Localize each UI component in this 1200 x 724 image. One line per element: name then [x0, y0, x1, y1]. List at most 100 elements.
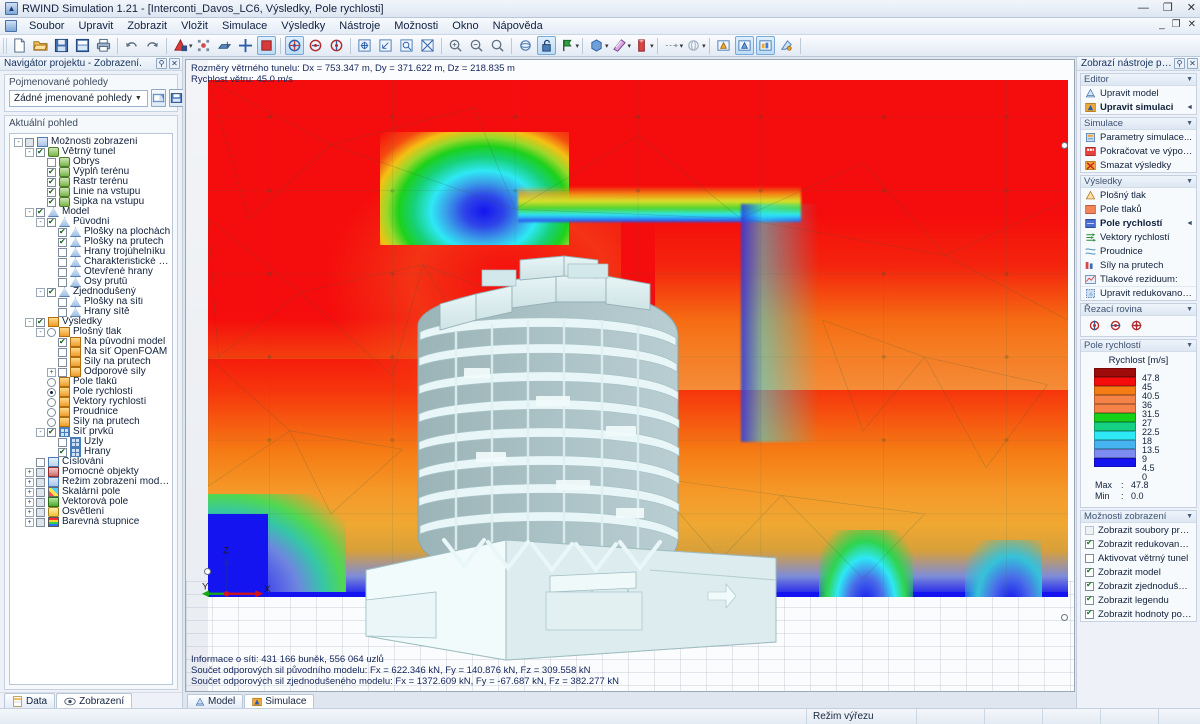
tree-radio[interactable]	[47, 387, 56, 397]
simulation-section-header[interactable]: Simulace ▼	[1081, 118, 1196, 130]
tree-checkbox[interactable]	[36, 487, 45, 497]
display-option-zobrazit-soubory-protokolu[interactable]: Zobrazit soubory protokolu	[1081, 523, 1196, 537]
dim-icon[interactable]	[662, 36, 681, 55]
menu-item-pole-rychlosti[interactable]: Pole rychlostí ◄	[1081, 216, 1196, 230]
tree-item-slov-n[interactable]: Číslování	[12, 457, 172, 467]
tree-item-plo-n-tlak[interactable]: - Plošný tlak	[12, 327, 172, 337]
tree-item-pole-rychlost[interactable]: Pole rychlostí	[12, 387, 172, 397]
tree-checkbox[interactable]	[36, 207, 45, 217]
tree-checkbox[interactable]	[58, 437, 67, 447]
status-cell-2[interactable]	[916, 709, 984, 724]
menu-item-soubor[interactable]: Soubor	[22, 19, 71, 33]
new-file-icon[interactable]	[10, 36, 29, 55]
wind-tunnel-3-icon[interactable]	[327, 36, 346, 55]
plane-handle-bottom-right[interactable]	[1061, 614, 1068, 621]
collapse-icon[interactable]: -	[25, 317, 34, 327]
display-option-zobrazit-redukovanou-oblast[interactable]: Zobrazit redukovanou oblast	[1081, 537, 1196, 551]
transparent-icon[interactable]	[610, 36, 629, 55]
tree-checkbox[interactable]	[58, 277, 67, 287]
menu-item-plosny-tlak[interactable]: Plošný tlak	[1081, 188, 1196, 202]
display-option-aktivovat-v-trn-tunel[interactable]: Aktivovat větrný tunel	[1081, 551, 1196, 565]
chevron-down-icon[interactable]: ▼	[1186, 513, 1193, 520]
status-cell-rezim-vyrezu[interactable]: Režim výřezu	[806, 709, 916, 724]
collapse-icon[interactable]: -	[36, 287, 45, 297]
tree-radio[interactable]	[47, 417, 56, 427]
chevron-down-icon[interactable]: ▼	[1186, 342, 1193, 349]
tree-item-model[interactable]: - Model	[12, 207, 172, 217]
tree-checkbox[interactable]	[58, 247, 67, 257]
section-plane-2-icon[interactable]	[1108, 319, 1123, 332]
checkbox[interactable]	[1085, 580, 1094, 591]
tree-item-plo-ky-na-prutech[interactable]: Plošky na prutech	[12, 237, 172, 247]
tab-data[interactable]: Data	[4, 693, 56, 708]
expand-icon[interactable]: +	[25, 497, 34, 507]
tree-radio[interactable]	[47, 327, 56, 337]
tree-checkbox[interactable]	[47, 287, 56, 297]
editor-section-header[interactable]: Editor ▼	[1081, 74, 1196, 86]
tree-checkbox[interactable]	[47, 187, 56, 197]
menu-item-vysledky[interactable]: Výsledky	[274, 19, 332, 33]
save-as-icon[interactable]	[73, 36, 92, 55]
tree-checkbox[interactable]	[36, 477, 45, 487]
menu-item-smazat-vysledky[interactable]: Smazat výsledky	[1081, 158, 1196, 172]
expand-icon[interactable]: +	[25, 517, 34, 527]
tree-item-re-im-zobrazen-modelu[interactable]: + Režim zobrazení modelu	[12, 477, 172, 487]
expand-icon[interactable]: +	[25, 507, 34, 517]
tree-item-na-p-vodn-model[interactable]: Na původní model	[12, 337, 172, 347]
save-icon[interactable]	[52, 36, 71, 55]
document-window-controls[interactable]: _ ❐ ✕	[1159, 19, 1196, 30]
tree-item-vektory-rychlost[interactable]: Vektory rychlostí	[12, 397, 172, 407]
tab-zobrazeni[interactable]: Zobrazení	[56, 693, 133, 708]
render-icon[interactable]	[171, 36, 190, 55]
move-icon[interactable]	[215, 36, 234, 55]
menu-item-upravit-simulaci[interactable]: Upravit simulaci ◄	[1081, 100, 1196, 114]
tree-item-ipka-na-vstupu[interactable]: Šipka na vstupu	[12, 197, 172, 207]
wind-tunnel-2-icon[interactable]	[306, 36, 325, 55]
checkbox[interactable]	[1085, 566, 1094, 577]
tree-item-charakteristick-hrany[interactable]: Charakteristické hrany	[12, 257, 172, 267]
results-section-header[interactable]: Výsledky ▼	[1081, 176, 1196, 188]
menu-item-proudnice[interactable]: Proudnice	[1081, 244, 1196, 258]
tree-checkbox[interactable]	[58, 307, 67, 317]
view-front-icon[interactable]	[376, 36, 395, 55]
tree-checkbox[interactable]	[58, 357, 67, 367]
section-plane-header[interactable]: Řezací rovina ▼	[1081, 304, 1196, 316]
solid-icon[interactable]	[587, 36, 606, 55]
rotate-icon[interactable]	[516, 36, 535, 55]
unlock-icon[interactable]	[536, 36, 556, 55]
doc-close-button[interactable]: ✕	[1188, 19, 1196, 30]
tree-item-na-s-openfoam[interactable]: Na síť OpenFOAM	[12, 347, 172, 357]
tree-item-vektorov-pole[interactable]: + Vektorová pole	[12, 497, 172, 507]
display-options-header[interactable]: Možnosti zobrazení ▼	[1081, 511, 1196, 523]
tree-checkbox[interactable]	[58, 257, 67, 267]
snap-icon[interactable]	[236, 36, 255, 55]
view-fit-icon[interactable]	[418, 36, 437, 55]
named-views-select[interactable]: Žádné jmenované pohledy ▼	[9, 89, 148, 107]
tree-checkbox[interactable]	[58, 347, 67, 357]
collapse-icon[interactable]: -	[14, 137, 23, 147]
pin-icon[interactable]: ⚲	[1174, 58, 1185, 69]
tree-checkbox[interactable]	[47, 197, 56, 207]
collapse-icon[interactable]: -	[36, 427, 45, 437]
expand-icon[interactable]: +	[25, 487, 34, 497]
chevron-down-icon[interactable]: ▼	[1186, 178, 1193, 185]
menu-item-pole-tlaku[interactable]: Pole tlaků	[1081, 202, 1196, 216]
select-icon[interactable]	[194, 36, 213, 55]
doc-minimize-button[interactable]: _	[1159, 19, 1165, 30]
tree-checkbox[interactable]	[58, 447, 67, 457]
menu-item-nastroje[interactable]: Nástroje	[332, 19, 387, 33]
tree-item-pomocn-objekty[interactable]: + Pomocné objekty	[12, 467, 172, 477]
display-options-tree[interactable]: - Možnosti zobrazení - Větrný tunelObrysVýp…	[9, 133, 173, 685]
menu-item-tlakove-reziduum[interactable]: Tlakové reziduum:	[1081, 272, 1196, 286]
display-option-zobrazit-model[interactable]: Zobrazit model	[1081, 565, 1196, 579]
tree-checkbox[interactable]	[58, 337, 67, 347]
tree-checkbox[interactable]	[47, 217, 56, 227]
clip-icon[interactable]	[632, 36, 651, 55]
toolbar-gripper[interactable]	[3, 37, 7, 54]
tree-checkbox[interactable]	[36, 457, 45, 467]
window-controls[interactable]: — ❐ ✕	[1138, 1, 1196, 15]
chevron-down-icon[interactable]: ▼	[1186, 76, 1193, 83]
tree-item-skal-rn-pole[interactable]: + Skalární pole	[12, 487, 172, 497]
status-cell-5[interactable]	[1100, 709, 1158, 724]
collapse-icon[interactable]: -	[25, 147, 34, 157]
